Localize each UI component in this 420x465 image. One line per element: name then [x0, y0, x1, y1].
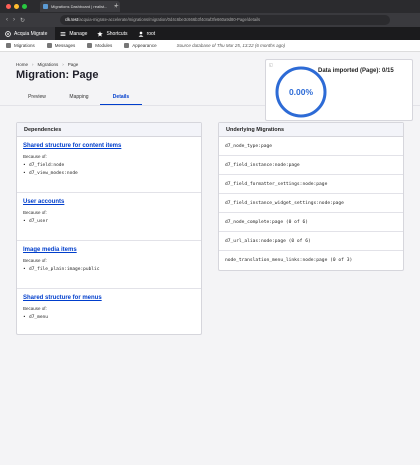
browser-tab[interactable]: Migrations Dashboard | realist... × [40, 1, 120, 12]
import-status-card: ◱ 0.00% Data imported (Page): 0/15 [265, 59, 413, 121]
forward-button[interactable]: › [13, 17, 15, 23]
acquia-migrate-link[interactable]: Acquia Migrate [0, 27, 56, 40]
manage-label: Manage [69, 30, 88, 37]
dependency-link-user-accounts[interactable]: User accounts [23, 199, 195, 205]
because-item: d7_user [23, 218, 195, 226]
dependency-item: User accounts Because of: d7_user [17, 193, 201, 241]
breadcrumb-page: Page [67, 62, 79, 67]
dependency-link-menus[interactable]: Shared structure for menus [23, 295, 195, 301]
page-tabs: Preview Mapping Details [16, 92, 142, 105]
minimize-window-button[interactable] [14, 4, 19, 9]
messages-icon [46, 43, 52, 48]
migrations-label: Migrations [14, 43, 35, 48]
because-list: d7_file_plain:image:public [23, 266, 195, 274]
modules-link[interactable]: Modules [81, 43, 118, 48]
dependency-link-content-items[interactable]: Shared structure for content items [23, 143, 195, 149]
shortcuts-label: Shortcuts [106, 30, 128, 37]
tab-preview[interactable]: Preview [16, 92, 58, 105]
hamburger-icon [60, 31, 66, 36]
migration-row: d7_field_instance_widget_settings:node:p… [219, 194, 403, 213]
user-label: root [146, 30, 156, 37]
breadcrumb-separator: › [62, 62, 64, 67]
migration-row: d7_field_instance:node:page [219, 156, 403, 175]
because-of-label: Because of: [23, 306, 47, 311]
source-database-note: Source database of Thu Mar 25, 13:22 (6 … [176, 43, 286, 48]
manage-menu[interactable]: Manage [55, 27, 92, 40]
appearance-label: Appearance [132, 43, 157, 48]
address-bar-row: ‹ › ↻ clk.test/acquia-migrate-accelerate… [0, 13, 420, 27]
close-window-button[interactable] [6, 4, 11, 9]
modules-icon [87, 43, 93, 48]
dependency-item: Image media items Because of: d7_file_pl… [17, 241, 201, 289]
data-imported-label: Data imported (Page): 0/15 [318, 68, 394, 74]
tab-details[interactable]: Details [100, 92, 142, 105]
because-list: d7_field:node d7_view_modes:node [23, 162, 195, 178]
dependencies-heading: Dependencies [17, 123, 201, 137]
dependency-link-image-media[interactable]: Image media items [23, 247, 195, 253]
url-host: clk.test [65, 17, 79, 22]
page-title: Migration: Page [16, 69, 99, 81]
shortcuts-menu[interactable]: Shortcuts [92, 27, 132, 40]
because-of-label: Because of: [23, 154, 47, 159]
because-item: d7_view_modes:node [23, 170, 195, 178]
because-of-label: Because of: [23, 258, 47, 263]
dependency-item: Shared structure for menus Because of: d… [17, 289, 201, 334]
appearance-link[interactable]: Appearance [118, 43, 162, 48]
user-menu[interactable]: root [133, 27, 161, 40]
dependencies-panel: Dependencies Shared structure for conten… [16, 122, 202, 335]
maximize-window-button[interactable] [22, 4, 27, 9]
migration-row: node_translation_menu_links:node:page (0… [225, 258, 353, 263]
breadcrumb: Home › Migrations › Page [16, 62, 78, 67]
because-item: d7_file_plain:image:public [23, 266, 195, 274]
migrations-link[interactable]: Migrations [0, 43, 41, 48]
migration-row: d7_node_complete:page (0 of 6) [219, 213, 403, 232]
user-icon [138, 31, 143, 37]
migration-row: d7_url_alias:node:page (0 of 6) [219, 232, 403, 251]
messages-link[interactable]: Messages [41, 43, 82, 48]
because-list: d7_menu [23, 314, 195, 322]
migration-row: d7_field_formatter_settings:node:page [219, 175, 403, 194]
expand-icon[interactable]: ◱ [269, 62, 273, 67]
because-item: d7_menu [23, 314, 195, 322]
admin-subtoolbar: Migrations Messages Modules Appearance S… [0, 40, 420, 52]
reload-button[interactable]: ↻ [20, 17, 25, 24]
because-of-label: Because of: [23, 210, 47, 215]
appearance-icon [124, 43, 130, 48]
dependency-item: Shared structure for content items Becau… [17, 137, 201, 193]
messages-label: Messages [54, 43, 76, 48]
tab-title: Migrations Dashboard | realist... [51, 4, 108, 9]
acquia-logo-icon [5, 30, 11, 37]
favicon-icon [43, 4, 48, 9]
underlying-migrations-heading: Underlying Migrations [219, 123, 403, 137]
modules-label: Modules [95, 43, 113, 48]
window-controls [6, 4, 27, 9]
because-item: d7_field:node [23, 162, 195, 170]
migration-row: d7_node_type:page [219, 137, 403, 156]
tab-mapping[interactable]: Mapping [58, 92, 100, 105]
url-field[interactable]: clk.test/acquia-migrate-accelerate/migra… [60, 15, 391, 25]
star-icon [97, 30, 104, 37]
breadcrumb-migrations[interactable]: Migrations [38, 62, 59, 67]
underlying-migrations-panel: Underlying Migrations d7_node_type:page … [218, 122, 404, 271]
new-tab-button[interactable]: + [114, 1, 119, 11]
breadcrumb-separator: › [32, 62, 34, 67]
admin-toolbar: Acquia Migrate Manage Shortcuts root [0, 27, 420, 40]
because-list: d7_user [23, 218, 195, 226]
back-button[interactable]: ‹ [6, 17, 8, 23]
brand-label: Acquia Migrate [14, 30, 48, 37]
migrations-icon [6, 43, 11, 48]
breadcrumb-home[interactable]: Home [16, 62, 28, 67]
browser-tab-bar: Migrations Dashboard | realist... × + [0, 0, 420, 13]
url-path: /acquia-migrate-accelerate/migrations/mi… [78, 17, 261, 22]
